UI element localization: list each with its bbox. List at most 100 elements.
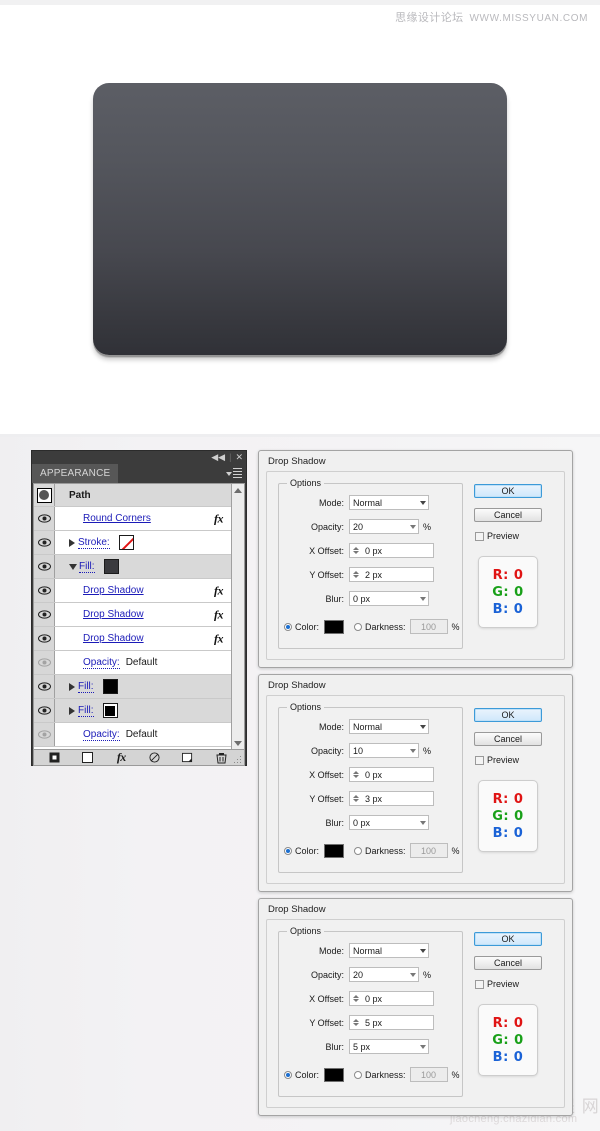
blur-input[interactable]: 5 px (349, 1039, 429, 1054)
cancel-button[interactable]: Cancel (474, 732, 542, 746)
fx-icon[interactable]: fx (214, 607, 224, 622)
appearance-row-fill-1[interactable]: Fill: (34, 555, 231, 579)
appearance-row-label[interactable]: Opacity: (83, 657, 120, 669)
appearance-row-drop-shadow-2[interactable]: Drop Shadow fx (34, 603, 231, 627)
collapse-icon[interactable]: ◀◀ (211, 453, 225, 462)
chevron-down-icon[interactable] (69, 563, 77, 570)
fx-icon[interactable]: fx (214, 511, 224, 526)
y-offset-input[interactable]: 2 px (349, 567, 434, 582)
blur-input[interactable]: 0 px (349, 591, 429, 606)
x-offset-input[interactable]: 0 px (349, 767, 434, 782)
chevron-right-icon[interactable] (69, 538, 75, 547)
appearance-row-drop-shadow-3[interactable]: Drop Shadow fx (34, 627, 231, 651)
darkness-input[interactable]: 100 (409, 1067, 448, 1082)
ok-button[interactable]: OK (474, 932, 542, 946)
rounded-rectangle-artwork[interactable] (93, 83, 507, 355)
opacity-input[interactable]: 20 (349, 519, 419, 534)
visibility-toggle[interactable] (34, 579, 55, 602)
chevron-right-icon[interactable] (69, 706, 75, 715)
stepper-icon[interactable] (353, 547, 361, 554)
blur-input[interactable]: 0 px (349, 815, 429, 830)
scroll-down-icon[interactable] (232, 737, 244, 749)
resize-grip-icon[interactable] (234, 756, 242, 764)
chevron-right-icon[interactable] (69, 682, 75, 691)
preview-checkbox-row[interactable]: Preview (475, 755, 519, 765)
add-new-effect-icon[interactable]: fx (111, 750, 131, 765)
preview-checkbox-row[interactable]: Preview (475, 531, 519, 541)
mode-select[interactable]: Normal (349, 943, 429, 958)
appearance-row-label[interactable]: Fill: (78, 705, 94, 717)
visibility-toggle[interactable] (34, 531, 55, 554)
appearance-row-round-corners[interactable]: Round Corners fx (34, 507, 231, 531)
add-new-fill-icon[interactable] (78, 750, 98, 765)
appearance-row-fill-1-opacity[interactable]: Opacity: Default (34, 651, 231, 675)
appearance-row-label[interactable]: Opacity: (83, 729, 120, 741)
x-offset-input[interactable]: 0 px (349, 991, 434, 1006)
appearance-row-path-opacity[interactable]: Opacity: Default (34, 723, 231, 747)
darkness-input[interactable]: 100 (409, 619, 448, 634)
delete-selected-item-icon[interactable] (211, 750, 231, 765)
shadow-color-swatch[interactable] (324, 843, 345, 858)
y-offset-input[interactable]: 5 px (349, 1015, 434, 1030)
panel-window-controls[interactable]: ◀◀ | ✕ (211, 452, 243, 463)
panel-scrollbar[interactable] (231, 484, 244, 749)
cancel-button[interactable]: Cancel (474, 508, 542, 522)
drop-shadow-dialog-2[interactable]: Drop Shadow Options Mode: Normal Opacity… (258, 674, 573, 892)
visibility-toggle[interactable] (34, 699, 55, 722)
darkness-radio[interactable] (354, 622, 363, 631)
preview-checkbox[interactable] (475, 755, 484, 765)
stepper-icon[interactable] (353, 995, 361, 1002)
clear-appearance-icon[interactable] (145, 750, 165, 765)
shadow-color-swatch[interactable] (324, 1067, 345, 1082)
mode-select[interactable]: Normal (349, 495, 429, 510)
appearance-row-path[interactable]: Path (34, 484, 231, 507)
panel-tab-bar[interactable]: APPEARANCE (32, 464, 246, 483)
visibility-toggle[interactable] (34, 675, 55, 698)
x-offset-input[interactable]: 0 px (349, 543, 434, 558)
opacity-input[interactable]: 20 (349, 967, 419, 982)
drop-shadow-dialog-1[interactable]: Drop Shadow Options Mode: Normal Opacity… (258, 450, 573, 668)
appearance-row-label[interactable]: Stroke: (78, 537, 110, 549)
ok-button[interactable]: OK (474, 708, 542, 722)
appearance-row-label[interactable]: Round Corners (83, 513, 151, 524)
stroke-none-swatch[interactable] (118, 535, 134, 550)
add-new-stroke-icon[interactable] (45, 750, 65, 765)
appearance-rows[interactable]: Path Round Corners fx Stroke: Fill: Drop… (34, 484, 231, 749)
opacity-input[interactable]: 10 (349, 743, 419, 758)
color-radio[interactable] (284, 622, 292, 631)
drop-shadow-dialog-3[interactable]: Drop Shadow Options Mode: Normal Opacity… (258, 898, 573, 1116)
visibility-toggle[interactable] (34, 627, 55, 650)
preview-checkbox-row[interactable]: Preview (475, 979, 519, 989)
y-offset-input[interactable]: 3 px (349, 791, 434, 806)
stepper-icon[interactable] (353, 1019, 361, 1026)
darkness-radio[interactable] (354, 1070, 363, 1079)
appearance-row-label[interactable]: Fill: (79, 561, 95, 573)
stepper-icon[interactable] (353, 571, 361, 578)
panel-menu-icon[interactable] (226, 468, 242, 480)
darkness-input[interactable]: 100 (409, 843, 448, 858)
tab-appearance[interactable]: APPEARANCE (32, 464, 119, 483)
shadow-color-swatch[interactable] (324, 619, 345, 634)
appearance-row-label[interactable]: Drop Shadow (83, 609, 144, 620)
visibility-toggle[interactable] (34, 555, 55, 578)
darkness-radio[interactable] (354, 846, 363, 855)
fill-1-color-swatch[interactable] (103, 559, 119, 574)
cancel-button[interactable]: Cancel (474, 956, 542, 970)
appearance-row-label[interactable]: Drop Shadow (83, 585, 144, 596)
stepper-icon[interactable] (353, 771, 361, 778)
close-icon[interactable]: ✕ (235, 453, 243, 462)
preview-checkbox[interactable] (475, 531, 484, 541)
appearance-panel-footer[interactable]: fx (33, 749, 245, 766)
fx-icon[interactable]: fx (214, 583, 224, 598)
fill-2-color-swatch[interactable] (102, 679, 118, 694)
appearance-row-fill-2[interactable]: Fill: (34, 675, 231, 699)
appearance-panel[interactable]: ◀◀ | ✕ APPEARANCE Path Round Corners fx … (31, 450, 247, 766)
mode-select[interactable]: Normal (349, 719, 429, 734)
visibility-toggle[interactable] (34, 603, 55, 626)
color-radio[interactable] (284, 1070, 292, 1079)
color-radio[interactable] (284, 846, 292, 855)
fx-icon[interactable]: fx (214, 631, 224, 646)
appearance-row-fill-3[interactable]: Fill: (34, 699, 231, 723)
fill-3-color-swatch[interactable] (102, 703, 118, 718)
duplicate-selected-item-icon[interactable] (178, 750, 198, 765)
